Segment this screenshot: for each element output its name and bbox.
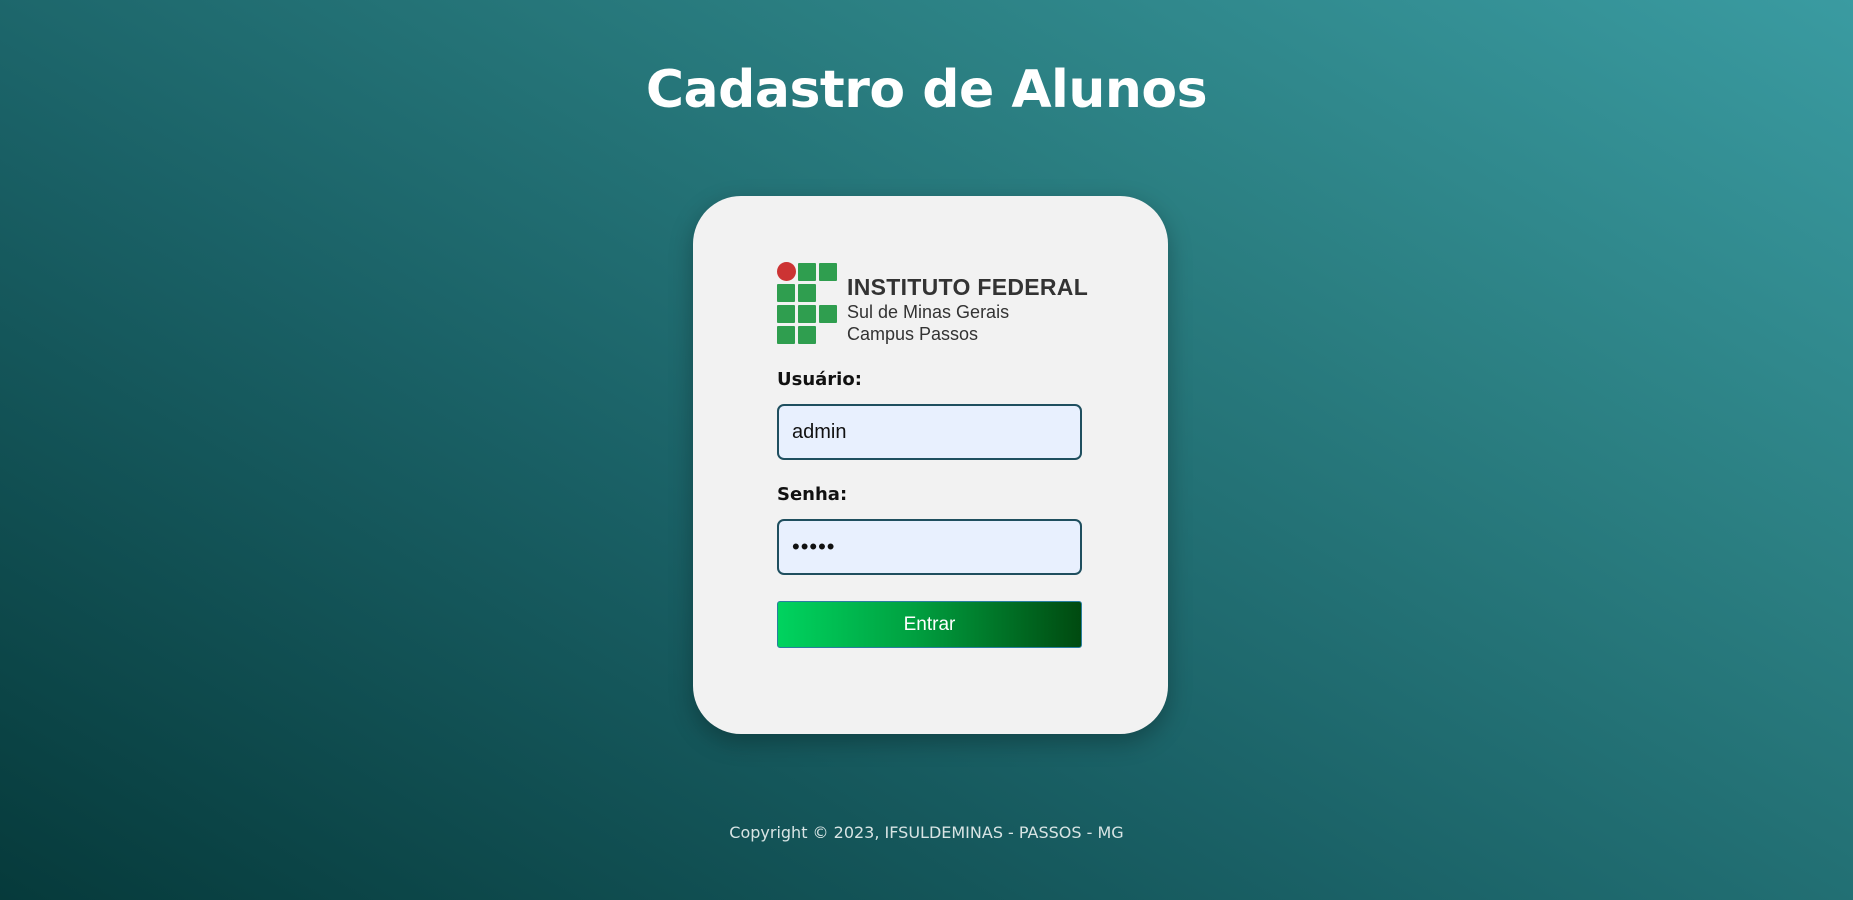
page-title: Cadastro de Alunos <box>645 60 1208 120</box>
logo-square <box>777 326 795 344</box>
logo-square <box>777 305 795 323</box>
logo-square <box>777 284 795 302</box>
password-label: Senha: <box>777 484 848 505</box>
institution-logo: INSTITUTO FEDERAL Sul de Minas Gerais Ca… <box>777 262 1089 346</box>
password-input[interactable] <box>777 519 1082 575</box>
logo-square <box>819 263 837 281</box>
footer-copyright: Copyright © 2023, IFSULDEMINAS - PASSOS … <box>729 823 1124 842</box>
username-label: Usuário: <box>777 369 862 390</box>
logo-square <box>798 263 816 281</box>
logo-campus: Campus Passos <box>847 324 979 344</box>
username-input[interactable] <box>777 404 1082 460</box>
logo-text: INSTITUTO FEDERAL Sul de Minas Gerais Ca… <box>847 274 1089 344</box>
if-logo-grid-icon <box>777 262 839 346</box>
logo-square <box>798 284 816 302</box>
logo-square <box>819 305 837 323</box>
logo-square <box>798 326 816 344</box>
logo-institution-name: INSTITUTO FEDERAL <box>847 274 1089 300</box>
logo-region: Sul de Minas Gerais <box>847 302 1010 322</box>
login-button[interactable]: Entrar <box>777 601 1082 648</box>
logo-square <box>798 305 816 323</box>
logo-red-dot <box>777 262 796 281</box>
login-card: INSTITUTO FEDERAL Sul de Minas Gerais Ca… <box>693 196 1168 734</box>
